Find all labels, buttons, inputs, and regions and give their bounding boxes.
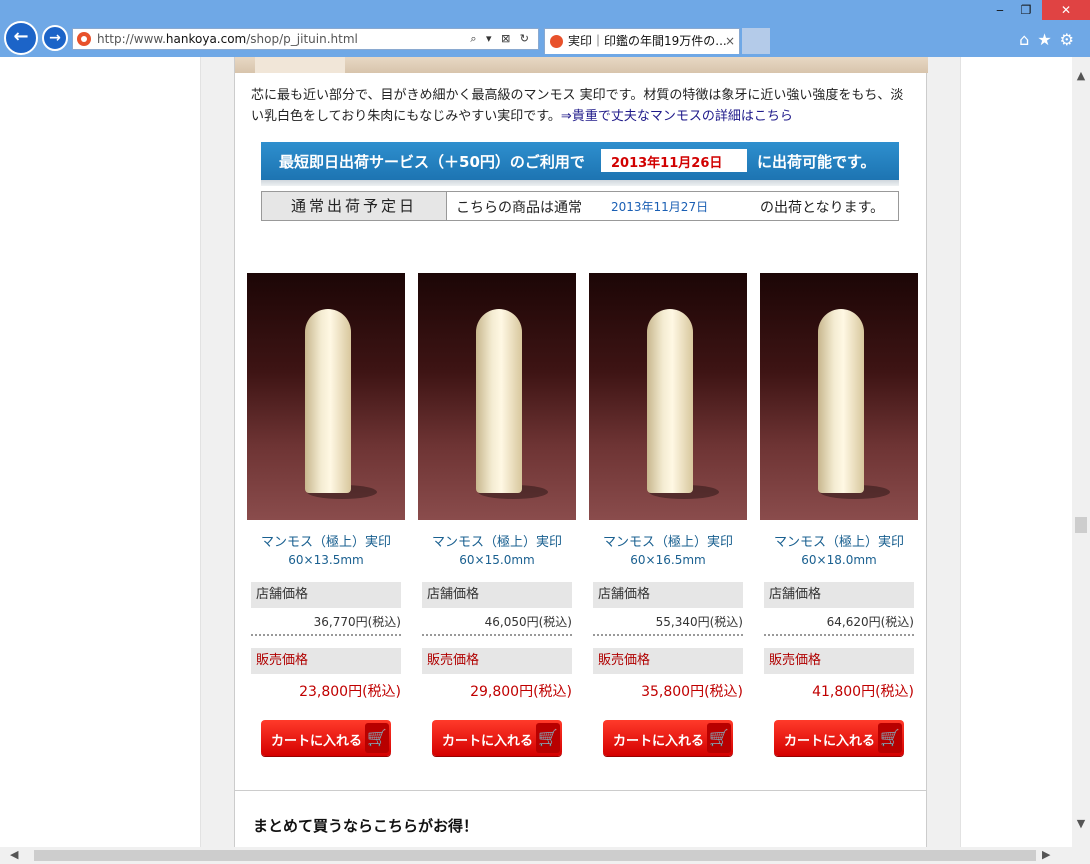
maximize-button[interactable]: ❐ xyxy=(1014,0,1038,20)
vertical-scroll-thumb[interactable] xyxy=(1075,517,1087,533)
page-left-rail xyxy=(200,57,234,847)
store-price-label: 店舗価格 xyxy=(422,582,572,608)
tab-close-icon[interactable]: × xyxy=(725,29,735,53)
normal-text-before: こちらの商品は通常 xyxy=(456,200,582,216)
page-left-gutter xyxy=(0,57,200,847)
address-tools[interactable]: ⌕ ▾ ⊠ ↻ xyxy=(470,29,532,49)
add-to-cart-button[interactable]: カートに入れる 🛒 xyxy=(603,720,733,756)
sale-price-label: 販売価格 xyxy=(422,648,572,674)
vertical-scrollbar[interactable]: ▲ ▼ xyxy=(1072,57,1090,847)
toolbar-icons: ⌂★⚙ xyxy=(1019,30,1082,49)
tab-active[interactable]: 実印｜印鑑の年間19万件の... × xyxy=(544,28,740,54)
cart-button-label: カートに入れる xyxy=(271,734,363,749)
product-image[interactable] xyxy=(760,273,918,520)
store-price: 36,770円(税込) xyxy=(251,613,401,636)
store-price: 46,050円(税込) xyxy=(422,613,572,636)
product-image[interactable] xyxy=(589,273,747,520)
section-divider xyxy=(235,790,926,791)
main-content: 芯に最も近い部分で、目がきめ細かく最高級のマンモス 実印です。材質の特徴は象牙に… xyxy=(234,57,928,847)
product-size: 60×15.0mm xyxy=(459,553,535,567)
tab-title: 実印｜印鑑の年間19万件の... xyxy=(568,34,727,48)
address-bar[interactable]: http://www.hankoya.com/shop/p_jituin.htm… xyxy=(72,28,539,50)
forward-arrow-icon: → xyxy=(49,30,61,46)
add-to-cart-button[interactable]: カートに入れる 🛒 xyxy=(432,720,562,756)
product-name[interactable]: マンモス（極上）実印 xyxy=(418,531,576,550)
minimize-button[interactable]: ‒ xyxy=(988,0,1012,20)
favorites-star-icon[interactable]: ★ xyxy=(1037,30,1059,49)
express-date-box: 2013年11月26日 xyxy=(601,149,747,172)
tab-favicon-icon xyxy=(550,35,563,48)
scroll-down-arrow-icon[interactable]: ▼ xyxy=(1072,817,1090,830)
store-price-label: 店舗価格 xyxy=(251,582,401,608)
sale-price-label: 販売価格 xyxy=(593,648,743,674)
express-banner-shadow xyxy=(261,180,899,186)
product-image[interactable] xyxy=(418,273,576,520)
close-window-button[interactable]: ✕ xyxy=(1042,0,1090,20)
sale-price: 23,800円(税込) xyxy=(299,684,401,700)
express-text-after: に出荷可能です。 xyxy=(757,153,876,171)
settings-gear-icon[interactable]: ⚙ xyxy=(1060,30,1082,49)
cart-icon: 🛒 xyxy=(536,723,560,753)
add-to-cart-button[interactable]: カートに入れる 🛒 xyxy=(774,720,904,756)
store-price: 64,620円(税込) xyxy=(764,613,914,636)
sale-price-label: 販売価格 xyxy=(764,648,914,674)
store-price: 55,340円(税込) xyxy=(593,613,743,636)
page-right-rail xyxy=(927,57,961,847)
product-size: 60×13.5mm xyxy=(288,553,364,567)
product-description: 芯に最も近い部分で、目がきめ細かく最高級のマンモス 実印です。材質の特徴は象牙に… xyxy=(251,85,911,127)
sale-price: 41,800円(税込) xyxy=(812,684,914,700)
cart-button-label: カートに入れる xyxy=(442,734,534,749)
normal-shipping-box: 通常出荷予定日 こちらの商品は通常 2013年11月27日 の出荷となります。 xyxy=(261,191,899,221)
sale-price: 35,800円(税込) xyxy=(641,684,743,700)
browser-chrome: ‒ ❐ ✕ ← → http://www.hankoya.com/shop/p_… xyxy=(0,0,1090,57)
normal-shipping-label: 通常出荷予定日 xyxy=(262,192,447,220)
cart-icon: 🛒 xyxy=(365,723,389,753)
sale-price: 29,800円(税込) xyxy=(470,684,572,700)
scroll-right-arrow-icon[interactable]: ▶ xyxy=(1042,848,1050,861)
product-name[interactable]: マンモス（極上）実印 xyxy=(760,531,918,550)
store-price-label: 店舗価格 xyxy=(593,582,743,608)
express-text-before: 最短即日出荷サービス（＋50円）のご利用で xyxy=(279,153,585,171)
site-favicon-icon xyxy=(77,32,91,46)
forward-button[interactable]: → xyxy=(42,25,68,51)
product-size: 60×16.5mm xyxy=(630,553,706,567)
home-icon[interactable]: ⌂ xyxy=(1019,30,1037,49)
horizontal-scroll-thumb[interactable] xyxy=(34,850,1036,861)
product-size: 60×18.0mm xyxy=(801,553,877,567)
horizontal-scrollbar[interactable]: ◀ ▶ xyxy=(0,847,1090,864)
store-price-label: 店舗価格 xyxy=(764,582,914,608)
new-tab-button[interactable] xyxy=(742,28,770,54)
bulk-purchase-heading: まとめて買うならこちらがお得！ xyxy=(253,817,479,835)
address-url: http://www.hankoya.com/shop/p_jituin.htm… xyxy=(97,32,358,46)
normal-text-after: の出荷となります。 xyxy=(760,200,885,216)
normal-date: 2013年11月27日 xyxy=(611,200,709,214)
top-banner-image xyxy=(235,57,928,73)
back-arrow-icon: ← xyxy=(13,26,29,47)
sale-price-label: 販売価格 xyxy=(251,648,401,674)
product-name[interactable]: マンモス（極上）実印 xyxy=(589,531,747,550)
product-image[interactable] xyxy=(247,273,405,520)
page-viewport: 芯に最も近い部分で、目がきめ細かく最高級のマンモス 実印です。材質の特徴は象牙に… xyxy=(0,57,1072,847)
cart-icon: 🛒 xyxy=(707,723,731,753)
express-shipping-banner: 最短即日出荷サービス（＋50円）のご利用で 2013年11月26日 に出荷可能で… xyxy=(261,142,899,180)
add-to-cart-button[interactable]: カートに入れる 🛒 xyxy=(261,720,391,756)
scroll-left-arrow-icon[interactable]: ◀ xyxy=(10,848,18,861)
cart-button-label: カートに入れる xyxy=(784,734,876,749)
product-name[interactable]: マンモス（極上）実印 xyxy=(247,531,405,550)
express-date: 2013年11月26日 xyxy=(611,156,723,171)
cart-icon: 🛒 xyxy=(878,723,902,753)
cart-button-label: カートに入れる xyxy=(613,734,705,749)
product-grid: マンモス（極上）実印 60×13.5mm 店舗価格 36,770円(税込) 販売… xyxy=(247,273,927,756)
scroll-up-arrow-icon[interactable]: ▲ xyxy=(1072,69,1090,82)
back-button[interactable]: ← xyxy=(4,21,38,55)
mammoth-details-link[interactable]: ⇒貴重で丈夫なマンモスの詳細はこちら xyxy=(561,109,793,124)
